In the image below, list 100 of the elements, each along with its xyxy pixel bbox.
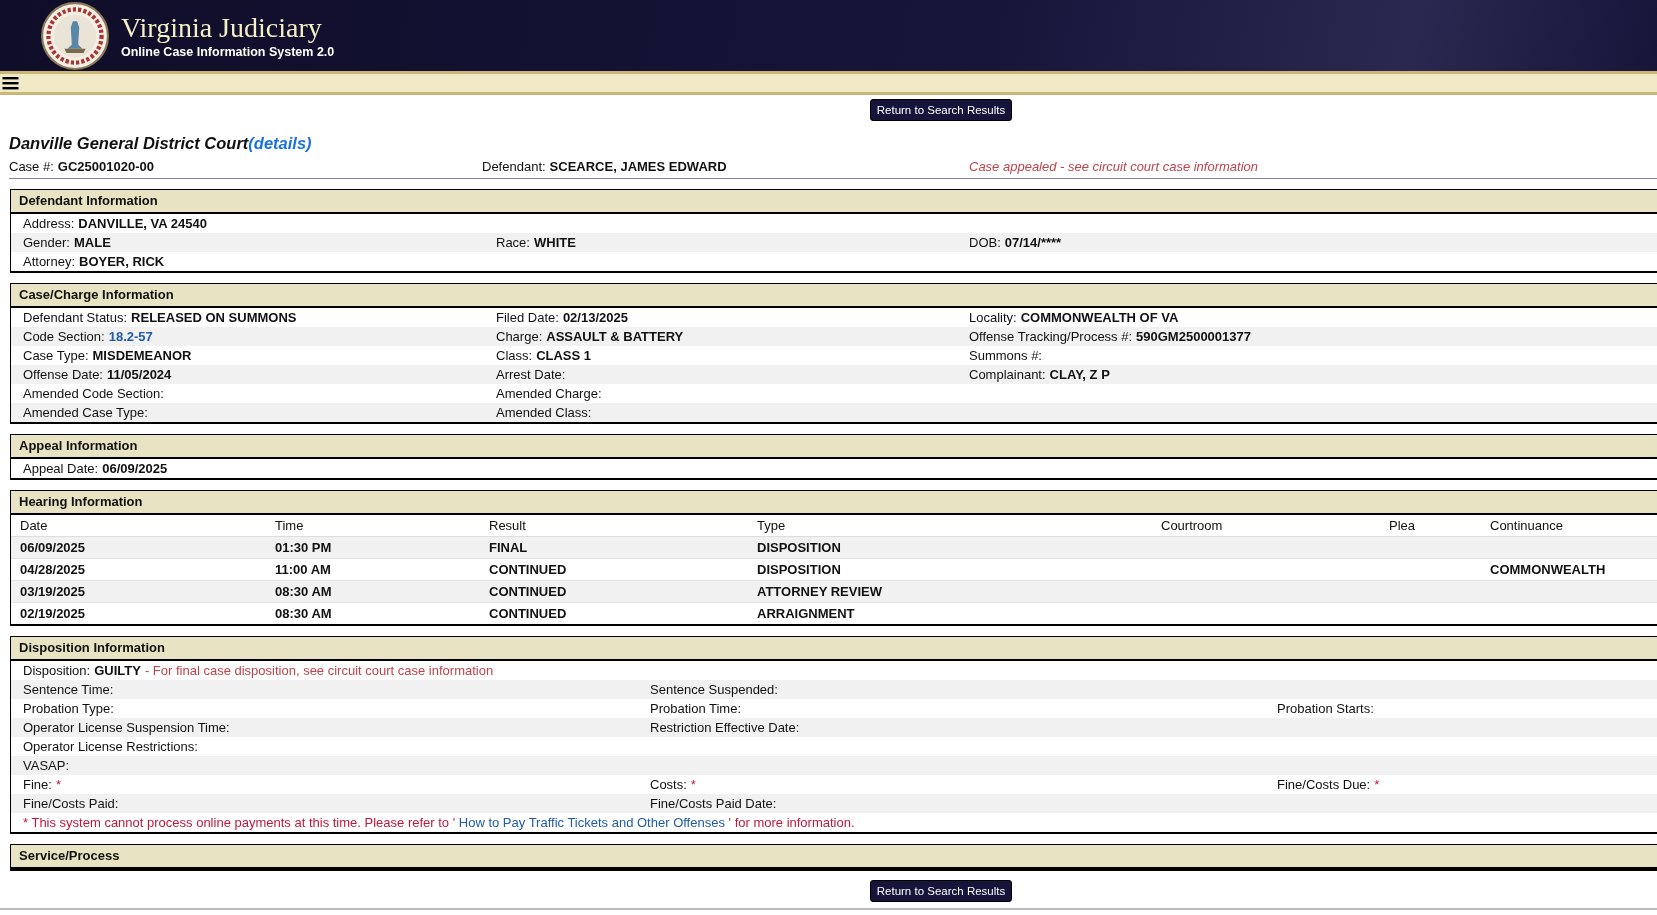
field-value: RELEASED ON SUMMONS xyxy=(131,310,297,325)
field-label: Operator License Suspension Time: xyxy=(23,720,230,735)
field-label: Locality: xyxy=(969,310,1017,325)
table-cell: 04/28/2025 xyxy=(20,562,86,577)
field-value: MALE xyxy=(74,235,111,250)
field-label: Case #: xyxy=(9,159,54,174)
section-title: Hearing Information xyxy=(19,494,143,509)
table-cell: ATTORNEY REVIEW xyxy=(757,584,882,599)
return-to-results-button[interactable]: Return to Search Results xyxy=(869,880,1013,902)
field-label: Costs: xyxy=(650,777,687,792)
field-label: Probation Type: xyxy=(23,701,114,716)
field-label: Summons #: xyxy=(969,348,1042,363)
field-value: COMMONWEALTH OF VA xyxy=(1020,310,1179,325)
field-label: Sentence Suspended: xyxy=(650,682,778,697)
return-to-results-button[interactable]: Return to Search Results xyxy=(869,99,1013,121)
table-cell: 03/19/2025 xyxy=(20,584,86,599)
field-value: 590GM2500001377 xyxy=(1136,329,1251,344)
field-label: Fine/Costs Paid: xyxy=(23,796,119,811)
table-cell: DISPOSITION xyxy=(757,540,841,555)
field-label: Case Type: xyxy=(23,348,89,363)
field-value: 06/09/2025 xyxy=(102,461,168,476)
field-value: BOYER, RICK xyxy=(79,254,165,269)
section-title: Disposition Information xyxy=(19,640,165,655)
details-link[interactable]: (details) xyxy=(248,134,312,152)
table-cell: COMMONWEALTH xyxy=(1490,562,1606,577)
table-cell: 11:00 AM xyxy=(275,562,331,577)
table-cell: 08:30 AM xyxy=(275,606,332,621)
field-label: Complainant: xyxy=(969,367,1046,382)
required-mark: * xyxy=(690,777,696,792)
field-label: Probation Time: xyxy=(650,701,742,716)
appeal-notice: Case appealed - see circuit court case information xyxy=(969,158,1260,176)
section-title: Defendant Information xyxy=(19,193,158,208)
field-value: GC25001020-00 xyxy=(57,159,154,174)
field-label: Restriction Effective Date: xyxy=(650,720,800,735)
field-value: 02/13/2025 xyxy=(562,310,628,325)
field-value: CLAY, Z P xyxy=(1049,367,1110,382)
field-label: Gender: xyxy=(23,235,70,250)
section-title: Case/Charge Information xyxy=(19,287,174,302)
required-mark: * xyxy=(55,777,61,792)
field-value: 11/05/2024 xyxy=(107,367,172,382)
section-title: Service/Process xyxy=(19,848,120,863)
table-cell: CONTINUED xyxy=(489,562,567,577)
site-subtitle: Online Case Information System 2.0 xyxy=(121,44,335,59)
table-cell: 06/09/2025 xyxy=(20,540,86,555)
field-value: WHITE xyxy=(533,235,576,250)
field-label: Fine: xyxy=(23,777,52,792)
court-name: Danville General District Court xyxy=(9,134,249,152)
disposition-note: - For final case disposition, see circuit court case information xyxy=(144,663,494,678)
column-header: Date xyxy=(20,517,49,535)
table-cell: FINAL xyxy=(489,540,528,555)
field-value: GUILTY xyxy=(94,663,141,678)
field-label: Sentence Time: xyxy=(23,682,114,697)
table-cell: CONTINUED xyxy=(489,584,567,599)
field-label: DOB: xyxy=(969,235,1001,250)
field-label: Code Section: xyxy=(23,329,105,344)
field-label: Charge: xyxy=(496,329,543,344)
field-value: MISDEMEANOR xyxy=(92,348,192,363)
table-cell: 08:30 AM xyxy=(275,584,332,599)
table-cell: DISPOSITION xyxy=(757,562,841,577)
field-value: ASSAULT & BATTERY xyxy=(546,329,684,344)
column-header: Plea xyxy=(1389,517,1417,535)
column-header: Result xyxy=(489,517,527,535)
seal-icon xyxy=(41,1,109,70)
field-label: Offense Date: xyxy=(23,367,103,382)
field-label: Defendant Status: xyxy=(23,310,128,325)
field-label: Arrest Date: xyxy=(496,367,566,382)
field-label: Address: xyxy=(23,216,75,231)
field-label: Class: xyxy=(496,348,533,363)
field-label: Amended Case Type: xyxy=(23,405,148,420)
field-label: Operator License Restrictions: xyxy=(23,739,198,754)
payment-info-link[interactable]: How to Pay Traffic Tickets and Other Offenses xyxy=(458,815,725,830)
field-value: SCEARCE, JAMES EDWARD xyxy=(549,159,727,174)
payment-notice: * This system cannot process online payments at this time. Please refer to ' How to Pay Traffic Tickets and Other Offenses ' for more information. xyxy=(23,815,855,830)
menu-icon[interactable] xyxy=(2,76,19,90)
field-label: Attorney: xyxy=(23,254,76,269)
field-label: Defendant: xyxy=(482,159,546,174)
field-label: Fine/Costs Paid Date: xyxy=(650,796,777,811)
field-label: Fine/Costs Due: xyxy=(1277,777,1371,792)
field-label: Appeal Date: xyxy=(23,461,99,476)
field-label: Offense Tracking/Process #: xyxy=(969,329,1133,344)
column-header: Courtroom xyxy=(1161,517,1224,535)
field-label: Amended Code Section: xyxy=(23,386,164,401)
field-label: Amended Charge: xyxy=(496,386,602,401)
required-mark: * xyxy=(1374,777,1380,792)
field-label: Race: xyxy=(496,235,530,250)
field-label: VASAP: xyxy=(23,758,69,773)
field-label: Filed Date: xyxy=(496,310,559,325)
field-label: Amended Class: xyxy=(496,405,592,420)
table-cell: 01:30 PM xyxy=(275,540,332,555)
field-value: DANVILLE, VA 24540 xyxy=(78,216,207,231)
field-value: CLASS 1 xyxy=(536,348,592,363)
table-cell: CONTINUED xyxy=(489,606,567,621)
site-title: Virginia Judiciary xyxy=(121,12,323,43)
code-section-link[interactable]: 18.2-57 xyxy=(108,329,153,344)
table-cell: ARRAIGNMENT xyxy=(757,606,855,621)
column-header: Type xyxy=(757,517,787,535)
field-value: 07/14/**** xyxy=(1004,235,1062,250)
section-title: Appeal Information xyxy=(19,438,138,453)
field-label: Disposition: xyxy=(23,663,91,678)
table-cell: 02/19/2025 xyxy=(20,606,86,621)
